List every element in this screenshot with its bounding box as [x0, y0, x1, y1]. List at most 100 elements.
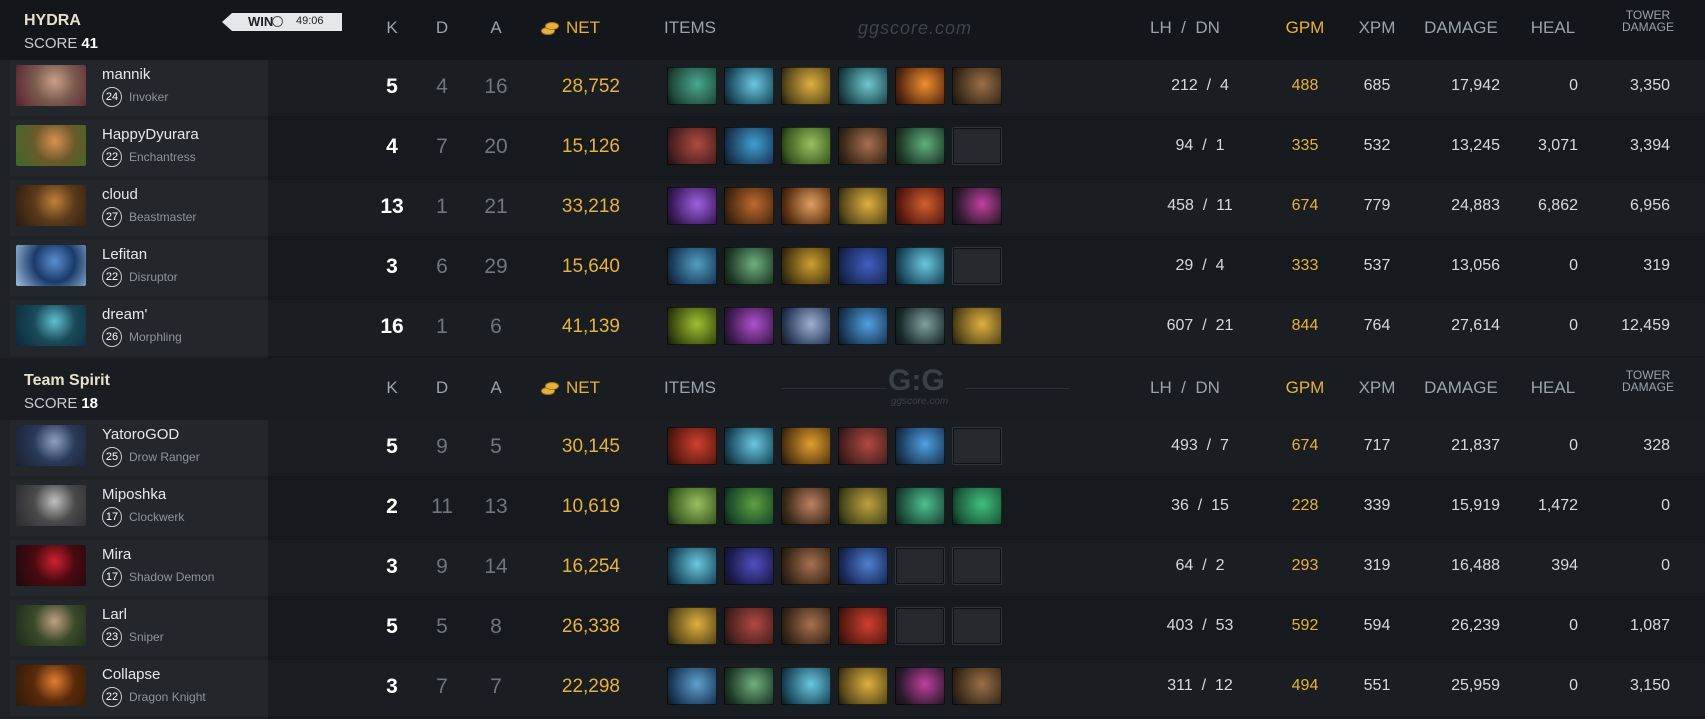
item-icon[interactable] — [667, 607, 717, 645]
player-card[interactable]: Mira 17 Shadow Demon — [10, 540, 268, 596]
item-icon[interactable] — [667, 667, 717, 705]
item-icon[interactable] — [895, 427, 945, 465]
last-hits-denies: 311 / 12 — [1150, 677, 1250, 695]
item-icon[interactable] — [667, 247, 717, 285]
xpm: 764 — [1363, 317, 1391, 334]
item-icon[interactable] — [724, 547, 774, 585]
item-icon[interactable] — [838, 187, 888, 225]
player-card[interactable]: Larl 23 Sniper — [10, 600, 268, 656]
kills: 2 — [386, 495, 398, 518]
item-icon[interactable] — [952, 307, 1002, 345]
clock-icon — [272, 16, 283, 27]
item-icon[interactable] — [724, 67, 774, 105]
item-icon[interactable] — [781, 67, 831, 105]
item-icon[interactable] — [667, 67, 717, 105]
player-name[interactable]: Collapse — [102, 666, 160, 683]
deaths: 11 — [431, 495, 453, 518]
item-icon[interactable] — [895, 487, 945, 525]
item-icon[interactable] — [838, 427, 888, 465]
heal: 6,862 — [1537, 197, 1578, 214]
item-icon[interactable] — [895, 187, 945, 225]
item-icon[interactable] — [724, 187, 774, 225]
tower-damage: 3,394 — [1629, 137, 1670, 154]
damage: 16,488 — [1451, 557, 1500, 574]
item-icon[interactable] — [667, 187, 717, 225]
item-icon[interactable] — [838, 547, 888, 585]
player-card[interactable]: HappyDyurara 22 Enchantress — [10, 120, 268, 176]
player-name[interactable]: HappyDyurara — [102, 126, 199, 143]
item-icon[interactable] — [838, 607, 888, 645]
item-icon[interactable] — [667, 307, 717, 345]
player-name[interactable]: dream' — [102, 306, 147, 323]
item-icon[interactable] — [838, 307, 888, 345]
denies: 21 — [1215, 317, 1234, 334]
player-name[interactable]: YatoroGOD — [102, 426, 179, 443]
item-icon[interactable] — [838, 667, 888, 705]
hero-portrait — [16, 545, 86, 586]
deaths: 6 — [436, 255, 448, 278]
player-name[interactable]: cloud — [102, 186, 138, 203]
tower-damage: 0 — [1661, 557, 1670, 574]
item-icon[interactable] — [781, 127, 831, 165]
item-icon[interactable] — [895, 67, 945, 105]
last-hits: 607 — [1166, 317, 1194, 334]
item-icon[interactable] — [895, 307, 945, 345]
item-icon[interactable] — [781, 487, 831, 525]
hero-level-badge: 22 — [102, 267, 122, 287]
watermark: ggscore.com — [858, 18, 973, 38]
item-icon[interactable] — [781, 547, 831, 585]
item-icon[interactable] — [838, 487, 888, 525]
player-name[interactable]: Mira — [102, 546, 131, 563]
xpm: 339 — [1363, 497, 1391, 514]
gpm: 488 — [1291, 77, 1319, 94]
item-icon[interactable] — [724, 607, 774, 645]
item-icon[interactable] — [724, 247, 774, 285]
player-card[interactable]: dream' 26 Morphling — [10, 300, 268, 356]
team-name: Team Spirit — [24, 372, 110, 389]
lh-dn-separator: / — [1188, 497, 1212, 514]
item-icon[interactable] — [952, 487, 1002, 525]
item-icon[interactable] — [895, 667, 945, 705]
heal: 0 — [1569, 317, 1578, 334]
player-card[interactable]: YatoroGOD 25 Drow Ranger — [10, 420, 268, 476]
hero-level-badge: 17 — [102, 507, 122, 527]
item-icon[interactable] — [781, 607, 831, 645]
score-value: 41 — [81, 35, 99, 52]
item-icon[interactable] — [667, 547, 717, 585]
item-icon[interactable] — [781, 427, 831, 465]
player-card[interactable]: Collapse 22 Dragon Knight — [10, 660, 268, 716]
item-icon[interactable] — [895, 247, 945, 285]
player-card[interactable]: cloud 27 Beastmaster — [10, 180, 268, 236]
player-name[interactable]: Lefitan — [102, 246, 147, 263]
xpm: 319 — [1363, 557, 1391, 574]
item-icon[interactable] — [667, 427, 717, 465]
item-icon[interactable] — [781, 307, 831, 345]
last-hits-denies: 607 / 21 — [1150, 317, 1250, 335]
item-icon[interactable] — [781, 247, 831, 285]
item-icon[interactable] — [724, 127, 774, 165]
item-icon[interactable] — [952, 67, 1002, 105]
item-icon[interactable] — [667, 487, 717, 525]
denies: 2 — [1215, 557, 1225, 574]
player-card[interactable]: mannik 24 Invoker — [10, 60, 268, 116]
item-icon[interactable] — [895, 127, 945, 165]
item-icon[interactable] — [952, 187, 1002, 225]
item-icon[interactable] — [724, 487, 774, 525]
player-card[interactable]: Miposhka 17 Clockwerk — [10, 480, 268, 536]
item-icon[interactable] — [838, 127, 888, 165]
item-icon[interactable] — [724, 307, 774, 345]
item-icon[interactable] — [838, 67, 888, 105]
item-icon[interactable] — [781, 187, 831, 225]
player-name[interactable]: mannik — [102, 66, 150, 83]
tower-damage: 328 — [1643, 437, 1670, 454]
item-icon[interactable] — [724, 667, 774, 705]
item-icon[interactable] — [952, 667, 1002, 705]
heal: 394 — [1551, 557, 1578, 574]
item-icon[interactable] — [667, 127, 717, 165]
item-icon[interactable] — [781, 667, 831, 705]
player-name[interactable]: Larl — [102, 606, 127, 623]
item-icon[interactable] — [724, 427, 774, 465]
item-icon[interactable] — [838, 247, 888, 285]
player-name[interactable]: Miposhka — [102, 486, 166, 503]
player-card[interactable]: Lefitan 22 Disruptor — [10, 240, 268, 296]
